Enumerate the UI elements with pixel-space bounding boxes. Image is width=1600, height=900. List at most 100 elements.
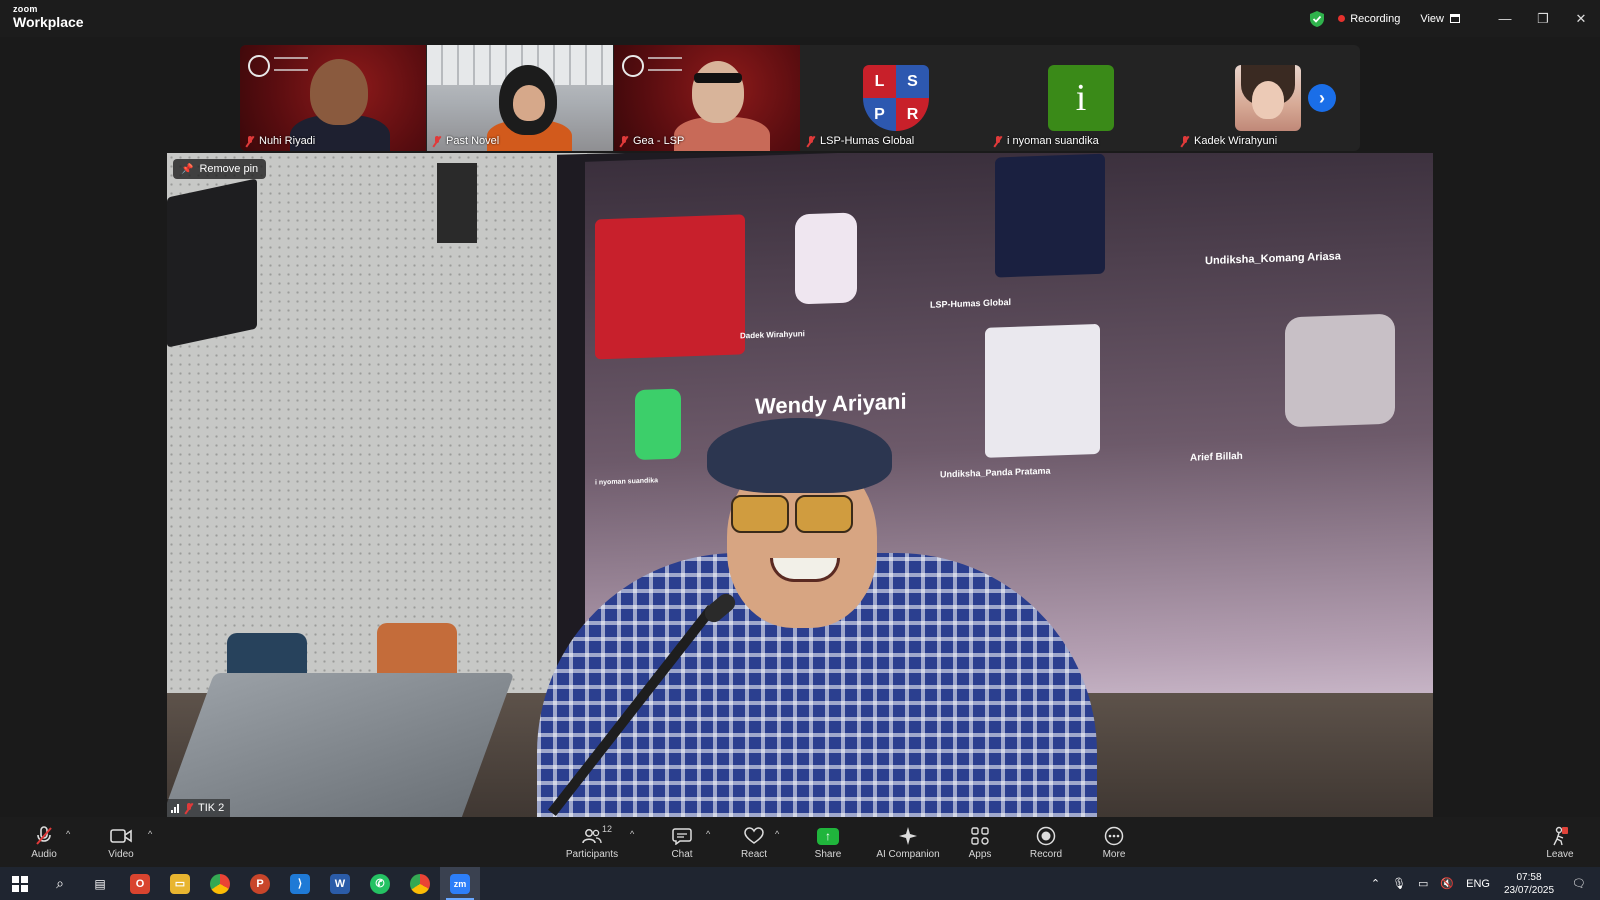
- close-button[interactable]: ✕: [1562, 0, 1600, 37]
- taskbar-app[interactable]: O: [120, 867, 160, 900]
- mic-muted-icon: [620, 135, 628, 147]
- taskbar-app[interactable]: ▭: [160, 867, 200, 900]
- participant-name: Kadek Wirahyuni: [1181, 135, 1277, 147]
- screen-label: i nyoman suandika: [595, 477, 659, 487]
- participants-count: 12: [602, 824, 613, 834]
- pinned-video[interactable]: Wendy Ariyani Undiksha_Komang Ariasa LSP…: [167, 153, 1433, 817]
- chat-button[interactable]: Chat: [664, 817, 700, 867]
- record-icon: [1036, 826, 1056, 846]
- zoom-app-icon: zm: [450, 873, 470, 894]
- zoom-workplace-logo: zoom Workplace: [13, 5, 84, 30]
- thumbnail-tile[interactable]: Gea - LSP: [614, 45, 800, 151]
- recording-indicator[interactable]: Recording: [1338, 13, 1400, 25]
- mic-muted-icon: [246, 135, 254, 147]
- screen-label: Dadek Wirahyuni: [740, 329, 805, 341]
- participant-face: [692, 61, 744, 123]
- volume-muted-icon[interactable]: 🔇: [1440, 877, 1454, 890]
- participants-label: Participants: [565, 849, 619, 860]
- avatar-face: [1252, 81, 1284, 119]
- taskbar-app-zoom[interactable]: zm: [440, 867, 480, 900]
- laptop: [167, 673, 515, 817]
- leave-icon: [1553, 826, 1568, 846]
- screen-tile: [595, 214, 745, 360]
- leave-label: Leave: [1546, 849, 1574, 860]
- ai-companion-label: AI Companion: [876, 849, 940, 860]
- chat-options-caret[interactable]: ^: [706, 829, 710, 839]
- next-page-button[interactable]: ›: [1284, 45, 1360, 151]
- thumbnail-tile[interactable]: i i nyoman suandika: [988, 45, 1174, 151]
- search-button[interactable]: ⌕: [40, 867, 80, 900]
- taskbar-app[interactable]: [400, 867, 440, 900]
- microphone-icon[interactable]: 🎙: [1392, 877, 1406, 890]
- task-view-icon: ▤: [94, 876, 106, 891]
- chrome-profile-icon: [410, 873, 430, 894]
- minimize-icon: —: [1498, 11, 1512, 26]
- share-button[interactable]: ↑ Share: [808, 817, 848, 867]
- maximize-button[interactable]: ❐: [1524, 0, 1562, 37]
- system-tray: ⌃ 🎙 ▭ 🔇 ENG 07:58 23/07/2025 🗨: [1365, 867, 1600, 900]
- chevron-up-icon[interactable]: ⌃: [1371, 877, 1380, 890]
- speaker-glasses: [795, 495, 853, 533]
- audio-options-caret[interactable]: ^: [66, 829, 70, 839]
- ai-companion-button[interactable]: AI Companion: [872, 817, 944, 867]
- participant-thumbnail-strip: Nuhi Riyadi Past Novel Gea - LSP L S P R…: [240, 45, 1360, 151]
- clock-time: 07:58: [1516, 871, 1542, 883]
- participants-button[interactable]: 12 Participants: [562, 817, 622, 867]
- react-button[interactable]: React: [734, 817, 774, 867]
- thumbnail-tile[interactable]: Past Novel: [427, 45, 613, 151]
- encryption-shield-icon[interactable]: [1310, 10, 1325, 27]
- screen-tile: [995, 153, 1105, 278]
- screen-tile: [795, 212, 857, 305]
- participant-name-text: i nyoman suandika: [1007, 135, 1099, 147]
- clock[interactable]: 07:58 23/07/2025: [1504, 871, 1554, 897]
- video-button[interactable]: Video: [100, 817, 142, 867]
- participant-name-text: Gea - LSP: [633, 135, 685, 147]
- remove-pin-label: Remove pin: [199, 163, 259, 175]
- windows-logo-icon: [12, 875, 28, 892]
- thumbnail-tile[interactable]: Nuhi Riyadi: [240, 45, 426, 151]
- record-button[interactable]: Record: [1026, 817, 1066, 867]
- apps-button[interactable]: Apps: [962, 817, 998, 867]
- more-button[interactable]: More: [1096, 817, 1132, 867]
- react-options-caret[interactable]: ^: [775, 829, 779, 839]
- brand-large: Workplace: [13, 14, 84, 30]
- record-label: Record: [1029, 849, 1063, 860]
- lspr-logo-avatar: L S P R: [863, 65, 929, 131]
- notifications-icon[interactable]: 🗨: [1572, 877, 1586, 890]
- taskbar-app[interactable]: [200, 867, 240, 900]
- screen-name-large: Wendy Ariyani: [755, 388, 907, 419]
- title-bar: zoom Workplace Recording View — ❐ ✕: [0, 0, 1600, 37]
- language-indicator[interactable]: ENG: [1466, 878, 1490, 890]
- share-screen-icon: ↑: [817, 827, 839, 845]
- mic-muted-icon: [1181, 135, 1189, 147]
- thumbnail-tile[interactable]: L S P R LSP-Humas Global: [801, 45, 987, 151]
- mic-muted-icon: [185, 802, 193, 814]
- network-icon[interactable]: ▭: [1418, 877, 1428, 890]
- video-options-caret[interactable]: ^: [148, 829, 152, 839]
- participant-name: Nuhi Riyadi: [246, 135, 315, 147]
- whatsapp-icon: ✆: [370, 873, 390, 894]
- lspr-letter: L: [863, 65, 896, 98]
- remove-pin-button[interactable]: 📌 Remove pin: [173, 159, 267, 179]
- screen-label: Undiksha_Komang Ariasa: [1205, 250, 1341, 268]
- participants-options-caret[interactable]: ^: [630, 829, 634, 839]
- task-view-button[interactable]: ▤: [80, 867, 120, 900]
- start-button[interactable]: [0, 867, 40, 900]
- certified-pr-text-mark: [274, 57, 308, 71]
- react-label: React: [740, 849, 768, 860]
- taskbar-app[interactable]: ⟩: [280, 867, 320, 900]
- participant-name-text: Kadek Wirahyuni: [1194, 135, 1278, 147]
- view-button[interactable]: View: [1420, 13, 1460, 25]
- audio-button[interactable]: Audio: [22, 817, 66, 867]
- taskbar-app[interactable]: ✆: [360, 867, 400, 900]
- minimize-button[interactable]: —: [1486, 0, 1524, 37]
- chat-label: Chat: [671, 849, 693, 860]
- taskbar-app[interactable]: W: [320, 867, 360, 900]
- participant-face: [310, 59, 368, 125]
- taskbar-app[interactable]: P: [240, 867, 280, 900]
- participant-name: LSP-Humas Global: [807, 135, 914, 147]
- leave-button[interactable]: Leave: [1542, 817, 1578, 867]
- participant-name: Gea - LSP: [620, 135, 684, 147]
- ai-sparkle-icon: [899, 827, 917, 845]
- lspr-letter: S: [896, 65, 929, 98]
